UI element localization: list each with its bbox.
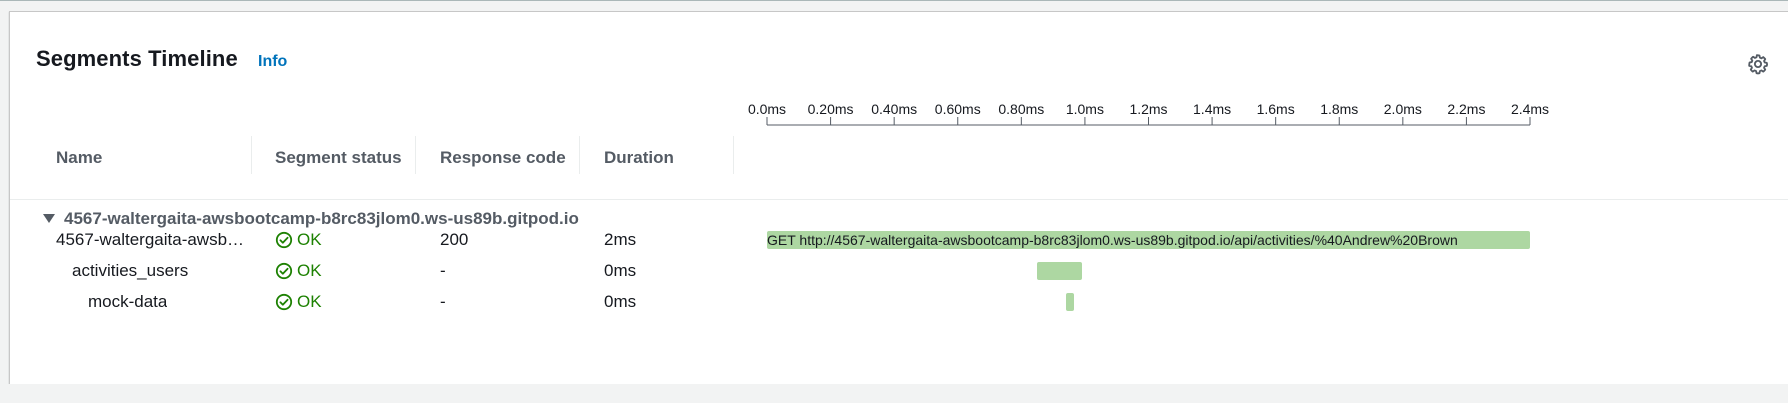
segment-duration: 2ms — [604, 230, 637, 249]
check-circle-icon — [275, 231, 293, 249]
segment-timeline-bar[interactable] — [1065, 293, 1074, 311]
page-background — [0, 384, 1788, 403]
axis-tick-label: 1.8ms — [1320, 101, 1358, 117]
axis-tick-label: 0.20ms — [808, 101, 854, 117]
axis-tick-label: 2.2ms — [1447, 101, 1485, 117]
segment-row[interactable]: activities_users OK - 0ms — [10, 253, 1788, 287]
segment-duration: 0ms — [604, 292, 637, 311]
segment-status: OK — [275, 230, 322, 250]
segment-status: OK — [275, 292, 322, 312]
axis-tick-label: 0.80ms — [998, 101, 1044, 117]
check-circle-icon — [275, 262, 293, 280]
segment-status-label: OK — [297, 261, 322, 280]
axis-tick-label: 1.0ms — [1066, 101, 1104, 117]
segment-name[interactable]: activities_users — [72, 261, 188, 281]
segments-timeline-panel: Segments Timeline Info Name Segment stat… — [9, 11, 1788, 385]
segment-name[interactable]: mock-data — [88, 292, 167, 312]
segment-timeline-bar[interactable]: GET http://4567-waltergaita-awsbootcamp-… — [767, 231, 1530, 249]
segment-name[interactable]: 4567-waltergaita-awsbo… — [56, 230, 246, 250]
segment-response-code: - — [440, 261, 446, 280]
segment-status: OK — [275, 261, 322, 281]
top-divider — [0, 0, 1788, 5]
axis-tick-label: 2.0ms — [1384, 101, 1422, 117]
check-circle-icon — [275, 293, 293, 311]
segment-response-code: 200 — [440, 230, 469, 249]
segment-row[interactable]: mock-data OK - 0ms — [10, 284, 1788, 318]
segment-status-label: OK — [297, 292, 322, 311]
segment-row[interactable]: 4567-waltergaita-awsbo… OK 200 2ms GET http:… — [10, 222, 1788, 256]
segment-duration: 0ms — [604, 261, 637, 280]
axis-tick-label: 2.4ms — [1511, 101, 1549, 117]
axis-tick-label: 0.40ms — [871, 101, 917, 117]
segment-status-label: OK — [297, 230, 322, 249]
axis-tick-label: 0.60ms — [935, 101, 981, 117]
segment-timeline-bar[interactable] — [1037, 262, 1082, 280]
segment-response-code: - — [440, 292, 446, 311]
axis-tick-label: 1.6ms — [1257, 101, 1295, 117]
timeline-axis: 0.0ms 0.20ms 0.40ms 0.60ms 0.80ms 1.0ms 1.2ms 1… — [748, 101, 1549, 126]
axis-tick-label: 1.2ms — [1129, 101, 1167, 117]
axis-tick-label: 1.4ms — [1193, 101, 1231, 117]
axis-tick-label: 0.0ms — [748, 101, 786, 117]
